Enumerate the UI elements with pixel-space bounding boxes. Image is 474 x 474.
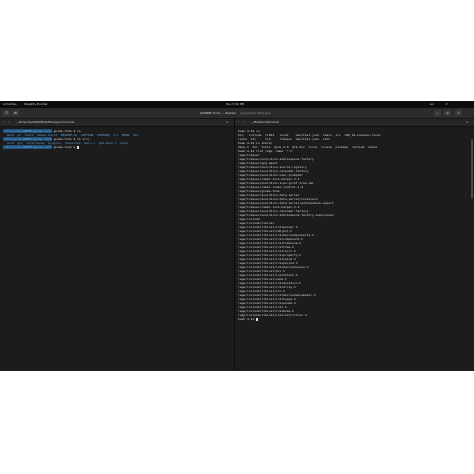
build-icon[interactable]: ⚒ xyxy=(12,110,19,116)
terminal-line: bash-4.4$ xyxy=(238,317,471,321)
builder-header-bar: ☰ ⚒ GNOME To Do — Builder org.gnome.Todo… xyxy=(0,108,474,119)
search-icon[interactable]: ⌕ xyxy=(434,110,441,116)
terminal-scrollbar[interactable] xyxy=(471,139,473,199)
app-menu[interactable]: Weighty Builder xyxy=(24,101,48,108)
window-title: GNOME To Do — Builder xyxy=(200,111,237,115)
clock[interactable]: Tue 3:32 PM xyxy=(226,101,244,108)
window-subtitle: org.gnome.Todo.json xyxy=(240,111,272,115)
activities-button[interactable]: Activities xyxy=(3,101,17,108)
close-icon[interactable]: × xyxy=(455,110,462,116)
tab-back-icon[interactable]: ‹ xyxy=(3,119,4,126)
gnome-top-bar: Activities Weighty Builder Tue 3:32 PM e… xyxy=(0,101,474,108)
input-source-indicator[interactable]: en xyxy=(430,101,434,108)
desktop-screen: Activities Weighty Builder Tue 3:32 PM e… xyxy=(0,101,474,371)
terminal-cursor xyxy=(77,145,80,149)
menu-icon[interactable]: ≡ xyxy=(444,110,451,116)
tab-forward-icon[interactable]: › xyxy=(8,119,9,126)
left-terminal-output[interactable]: ~/Projects/GNOME/gnome-todo gnome-todo $… xyxy=(0,127,234,151)
left-terminal-pane[interactable]: ‹ › ~/Projects/GNOME/GitHub/gnome-todo ×… xyxy=(0,119,235,371)
tab-right-terminal[interactable]: ~/Builder/Terminal xyxy=(251,119,279,126)
sidebar-toggle-icon[interactable]: ☰ xyxy=(3,110,10,116)
system-menu-icon[interactable]: ▾ xyxy=(446,101,448,108)
right-terminal-pane[interactable]: ‹ › ~/Builder/Terminal × bash-4.4$ ls bin… xyxy=(235,119,474,371)
tab-forward-icon[interactable]: › xyxy=(243,119,244,126)
left-tab-bar: ‹ › ~/Projects/GNOME/GitHub/gnome-todo × xyxy=(0,119,234,127)
right-tab-bar: ‹ › ~/Builder/Terminal × xyxy=(235,119,474,127)
terminal-prompt: bash-4.4$ xyxy=(238,317,257,321)
tab-left-terminal[interactable]: ~/Projects/GNOME/GitHub/gnome-todo xyxy=(16,119,74,126)
right-terminal-output[interactable]: bash-4.4$ ls bin include lib64 local mani… xyxy=(235,127,474,323)
terminal-command: gnome-todo $ xyxy=(51,145,78,149)
tab-close-icon[interactable]: × xyxy=(466,119,469,126)
terminal-cursor xyxy=(256,317,259,321)
terminal-prompt: ~/Projects/GNOME/gnome-todo xyxy=(3,145,52,149)
tab-close-icon[interactable]: × xyxy=(226,119,229,126)
terminal-line: ~/Projects/GNOME/gnome-todo gnome-todo $ xyxy=(3,145,231,149)
tab-back-icon[interactable]: ‹ xyxy=(238,119,239,126)
